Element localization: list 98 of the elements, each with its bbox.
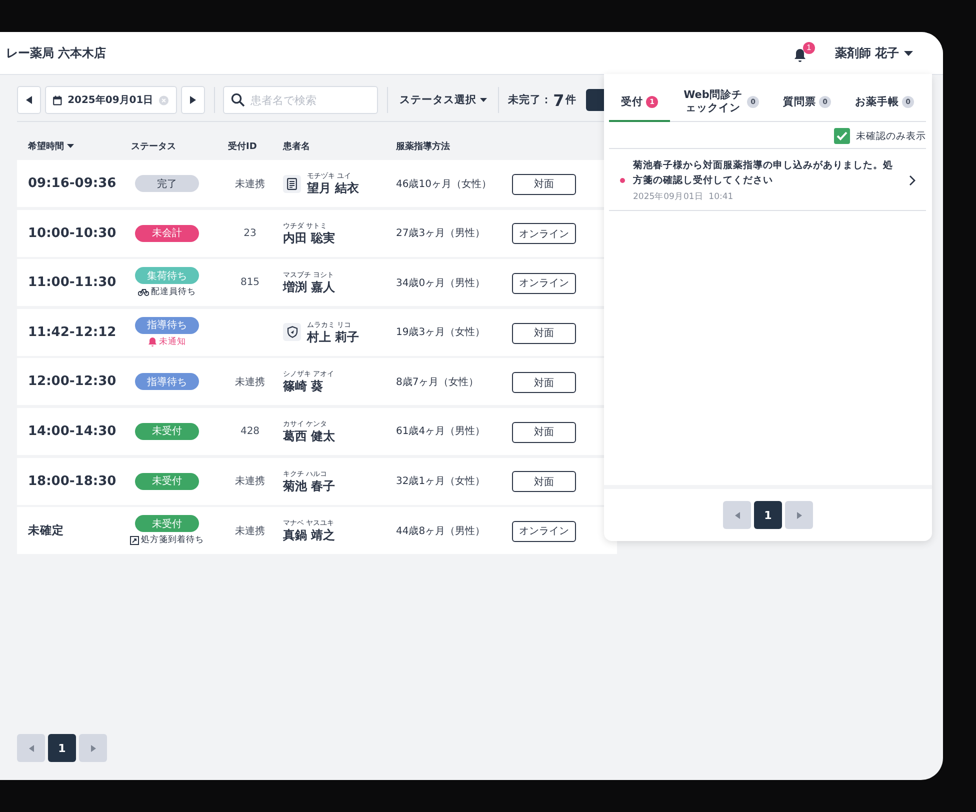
reception-id: 未連携 [234,474,266,488]
guidance-method-button[interactable]: 対面 [512,322,576,344]
shield-icon [283,323,301,342]
left-triangle-icon [734,512,740,518]
notification-button[interactable]: 1 [790,42,815,64]
patient-age: 46歳10ヶ月（女性） [396,178,492,190]
user-menu[interactable]: 薬剤師 花子 [828,44,919,62]
page-button[interactable]: 1 [754,501,782,529]
patient-age: 61歳4ヶ月（男性） [396,424,486,438]
patient-age: 32歳1ヶ月（女性） [396,474,486,488]
status-badge: 完了 [135,175,199,192]
time-cell-text: 10:00-10:30 [27,226,117,241]
bell-icon [148,336,157,347]
time-cell-text: 11:42-12:12 [27,324,117,340]
right-triangle-icon [796,512,802,518]
caret-icon [480,98,488,102]
remaining-label: 未完了： [508,93,552,107]
right-triangle-icon [90,744,96,752]
status-note: 処方箋到着待ち [130,534,204,546]
document-icon [283,174,301,192]
reception-id: 815 [239,277,261,288]
patient-name: 村上 莉子 [307,330,360,345]
calendar-icon [52,94,62,106]
guidance-method-button[interactable]: 対面 [512,471,576,492]
patient-name: 望月 結衣 [307,181,360,196]
status-badge: 未受付 [135,515,199,532]
notification-item[interactable]: 菊池春子様から対面服薬指導の申し込みがありました。処方箋の確認し受付してください 2025年09月01日 10:41 [609,148,926,211]
patient-name: 増渕 嘉人 [283,280,336,296]
column-header: ステータス [130,140,177,152]
reception-id: 428 [239,426,261,437]
next-page-button[interactable] [785,501,813,529]
chevron-right-icon [909,175,916,186]
left-triangle-icon [28,744,34,752]
search-icon [231,93,246,107]
status-badge: 未受付 [135,472,199,490]
previous-page-button[interactable] [723,501,751,529]
bell-icon [792,48,807,62]
page-button[interactable]: 1 [48,734,76,762]
patient-age: 8歳7ヶ月（女性） [396,376,480,389]
status-badge: 指導待ち [135,373,199,390]
remaining-unit: 件 [565,93,576,107]
notification-message: 菊池春子様から対面服薬指導の申し込みがありました。処方箋の確認し受付してください [633,158,894,188]
time-cell-text: 11:00-11:30 [27,275,117,290]
reception-id: 未連携 [234,178,266,190]
guidance-method-button[interactable]: オンライン [512,520,576,542]
patient-age: 34歳0ヶ月（男性） [396,276,486,290]
reception-id: 未連携 [234,524,266,538]
guidance-method-button[interactable]: 対面 [512,422,576,443]
time-cell-text: 14:00-14:30 [27,424,117,439]
checkbox[interactable] [834,128,850,144]
notification-date: 2025年09月01日 10:41 [633,191,734,203]
sort-caret-icon [67,144,74,148]
status-filter-dropdown[interactable]: ステータス選択 [397,93,490,107]
caret-icon [904,50,913,56]
patient-name: 葛西 健太 [283,428,336,444]
column-header[interactable]: 希望時間 [17,140,117,152]
patient-name: 真鍋 靖之 [283,528,336,544]
previous-page-button[interactable] [17,734,45,762]
checkbox-label: 未確認のみ表示 [856,130,926,142]
status-badge: 未受付 [135,422,199,440]
notification-count: 1 [802,42,815,54]
next-day-button[interactable] [180,86,205,114]
time-cell-text: 18:00-18:30 [27,474,117,489]
status-note: 未通知 [148,336,186,348]
column-header: 服薬指導方法 [396,140,451,152]
clear-icon[interactable] [159,94,169,106]
store-name: レー薬局 六本木店 [6,44,106,62]
guidance-method-button[interactable]: オンライン [512,223,576,244]
time-cell-text: 未確定 [27,523,65,538]
check-icon [836,131,848,141]
reception-id: 23 [242,228,258,239]
next-page-button[interactable] [79,734,107,762]
patient-age: 27歳3ヶ月（男性） [396,226,486,240]
right-triangle-icon [190,96,196,104]
status-badge: 未会計 [135,224,199,242]
status-note: 配達員待ち [138,286,196,298]
date-field[interactable]: 2025年09月01日 [44,86,177,114]
guidance-method-button[interactable]: 対面 [512,174,576,195]
patient-name: 菊池 春子 [283,478,336,494]
guidance-method-button[interactable]: オンライン [512,272,576,294]
patient-age: 44歳8ヶ月（男性） [396,524,486,538]
guidance-method-button[interactable]: 対面 [512,372,576,394]
patient-name: 内田 聡実 [283,230,336,246]
left-triangle-icon [26,96,32,104]
column-header: 患者名 [283,140,311,152]
status-badge: 集荷待ち [135,267,199,284]
document-arrow-icon [130,536,139,545]
patient-age: 19歳3ヶ月（女性） [396,326,486,340]
search-field[interactable]: 患者名で検索 [223,86,378,114]
time-cell-text: 12:00-12:30 [27,374,117,390]
previous-day-button[interactable] [17,86,41,114]
column-header: 受付ID [227,140,258,152]
status-badge: 指導待ち [135,316,199,334]
reception-id: 未連携 [234,376,266,389]
patient-name: 篠崎 葵 [283,379,324,394]
bicycle-icon [138,288,149,296]
time-cell-text: 09:16-09:36 [27,176,117,191]
remaining-count: 7 [553,90,564,110]
